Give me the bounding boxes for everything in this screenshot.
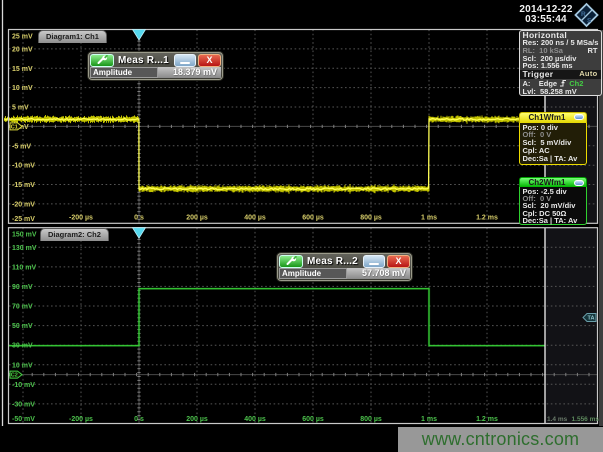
svg-text:1.2 ms: 1.2 ms [476,215,498,222]
svg-text:5 mV: 5 mV [12,105,29,112]
svg-text:150 mV: 150 mV [12,232,37,239]
svg-text:200 µs: 200 µs [186,416,208,423]
svg-text:C2: C2 [11,373,18,379]
svg-text:25 mV: 25 mV [12,34,33,41]
svg-text:-25 mV: -25 mV [12,216,35,223]
svg-text:S: S [587,18,592,25]
svg-text:200 µs: 200 µs [186,215,208,222]
svg-text:-10 mV: -10 mV [12,382,35,389]
svg-text:-15 mV: -15 mV [12,182,35,189]
svg-text:TA: TA [588,316,595,322]
svg-text:1.556 ms: 1.556 ms [572,416,600,423]
svg-text:1 ms: 1 ms [421,416,437,423]
svg-text:130 mV: 130 mV [12,245,37,252]
svg-text:50 mV: 50 mV [12,323,33,330]
svg-text:-20 mV: -20 mV [12,201,35,208]
svg-text:0 s: 0 s [134,416,144,423]
svg-text:20 mV: 20 mV [12,46,33,53]
svg-text:10 mV: 10 mV [12,362,33,369]
svg-text:1 ms: 1 ms [421,215,437,222]
svg-text:-50 mV: -50 mV [12,416,35,423]
svg-text:1.2 ms: 1.2 ms [476,416,498,423]
svg-text:600 µs: 600 µs [302,416,324,423]
svg-text:800 µs: 800 µs [360,215,382,222]
svg-text:-200 µs: -200 µs [69,416,93,423]
svg-text:0 s: 0 s [134,215,144,222]
svg-text:600 µs: 600 µs [302,215,324,222]
svg-text:400 µs: 400 µs [244,416,266,423]
svg-text:C1: C1 [11,124,18,130]
svg-text:90 mV: 90 mV [12,284,33,291]
svg-text:400 µs: 400 µs [244,215,266,222]
svg-text:R: R [581,11,586,18]
svg-text:10 mV: 10 mV [12,85,33,92]
svg-text:800 µs: 800 µs [360,416,382,423]
svg-text:-200 µs: -200 µs [69,215,93,222]
svg-text:-10 mV: -10 mV [12,163,35,170]
svg-text:15 mV: 15 mV [12,66,33,73]
svg-text:-30 mV: -30 mV [12,401,35,408]
svg-text:110 mV: 110 mV [12,264,36,271]
svg-text:70 mV: 70 mV [12,304,33,311]
svg-text:1.4 ms: 1.4 ms [547,416,568,423]
svg-text:30 mV: 30 mV [12,343,33,350]
svg-text:-5 mV: -5 mV [12,143,31,150]
